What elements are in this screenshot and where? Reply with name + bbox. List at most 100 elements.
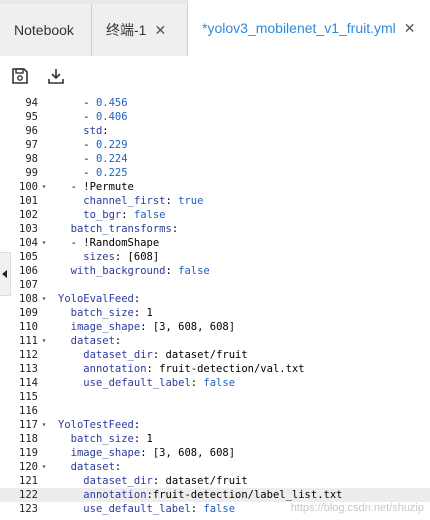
line-number: 116 xyxy=(19,405,38,417)
line-number: 96 xyxy=(25,125,38,137)
code-text: YoloEvalFeed: xyxy=(58,293,141,305)
sidebar-toggle-button[interactable] xyxy=(0,252,11,296)
line-number: 114 xyxy=(19,377,38,389)
fold-chevron-icon[interactable]: ▾ xyxy=(38,418,50,432)
code-text: with_background: false xyxy=(70,265,210,277)
line-number: 111 xyxy=(19,335,38,347)
code-line[interactable]: 106 with_background: false xyxy=(0,264,430,278)
download-button[interactable] xyxy=(44,64,68,88)
line-number: 104 xyxy=(19,237,38,249)
code-text: - 0.224 xyxy=(58,153,128,165)
line-number: 109 xyxy=(19,307,38,319)
code-line[interactable]: 109 batch_size: 1 xyxy=(0,306,430,320)
fold-chevron-icon[interactable]: ▾ xyxy=(38,292,50,306)
line-number: 119 xyxy=(19,447,38,459)
code-text: image_shape: [3, 608, 608] xyxy=(70,447,236,459)
line-number: 115 xyxy=(19,391,38,403)
fold-chevron-icon[interactable]: ▾ xyxy=(38,460,50,474)
line-number: 122 xyxy=(19,489,38,501)
code-line[interactable]: 107 xyxy=(0,278,430,292)
save-button[interactable] xyxy=(8,64,32,88)
code-line[interactable]: 108 ▾ YoloEvalFeed: xyxy=(0,292,430,306)
code-text: sizes: [608] xyxy=(83,251,160,263)
code-text: YoloTestFeed: xyxy=(58,419,141,431)
tab-yaml-file[interactable]: *yolov3_mobilenet_v1_fruit.yml ✕ xyxy=(188,0,430,56)
code-text: batch_size: 1 xyxy=(70,433,153,445)
toolbar xyxy=(0,56,430,96)
code-line[interactable]: 99 - 0.225 xyxy=(0,166,430,180)
fold-chevron-icon[interactable]: ▾ xyxy=(38,236,50,250)
code-text: channel_first: true xyxy=(83,195,204,207)
code-line[interactable]: 95 - 0.406 xyxy=(0,110,430,124)
code-text: - 0.456 xyxy=(58,97,128,109)
code-text: std: xyxy=(83,125,109,137)
code-line[interactable]: 115 xyxy=(0,390,430,404)
tab-label: 终端-1 xyxy=(106,22,147,38)
code-line[interactable]: 97 - 0.229 xyxy=(0,138,430,152)
code-line[interactable]: 101 channel_first: true xyxy=(0,194,430,208)
line-number: 117 xyxy=(19,419,38,431)
code-line[interactable]: 104 ▾ - !RandomShape xyxy=(0,236,430,250)
code-text: dataset_dir: dataset/fruit xyxy=(83,475,248,487)
fold-chevron-icon[interactable]: ▾ xyxy=(38,180,50,194)
line-number: 121 xyxy=(19,475,38,487)
code-text: dataset: xyxy=(70,335,122,347)
code-line[interactable]: 120 ▾ dataset: xyxy=(0,460,430,474)
line-number: 123 xyxy=(19,503,38,515)
line-number: 103 xyxy=(19,223,38,235)
code-text: - 0.225 xyxy=(58,167,128,179)
fold-chevron-icon[interactable]: ▾ xyxy=(38,334,50,348)
code-line[interactable]: 100 ▾ - !Permute xyxy=(0,180,430,194)
tab-label: Notebook xyxy=(14,22,74,38)
code-text: - 0.406 xyxy=(58,111,128,123)
code-text: image_shape: [3, 608, 608] xyxy=(70,321,236,333)
line-number: 95 xyxy=(25,111,38,123)
code-text: dataset: xyxy=(70,461,122,473)
tab-label: *yolov3_mobilenet_v1_fruit.yml xyxy=(202,20,396,36)
code-line[interactable]: 112 dataset_dir: dataset/fruit xyxy=(0,348,430,362)
code-text: use_default_label: false xyxy=(83,503,236,515)
line-number: 113 xyxy=(19,363,38,375)
code-line[interactable]: 98 - 0.224 xyxy=(0,152,430,166)
code-text: use_default_label: false xyxy=(83,377,236,389)
line-number: 110 xyxy=(19,321,38,333)
code-line[interactable]: 110 image_shape: [3, 608, 608] xyxy=(0,320,430,334)
code-text: to_bgr: false xyxy=(83,209,166,221)
line-number: 101 xyxy=(19,195,38,207)
line-number: 100 xyxy=(19,181,38,193)
code-line[interactable]: 102 to_bgr: false xyxy=(0,208,430,222)
code-text: batch_size: 1 xyxy=(70,307,153,319)
code-editor[interactable]: 94 - 0.456 95 - 0.406 96 std: 97 - 0.229 98 … xyxy=(0,96,430,520)
code-line[interactable]: 114 use_default_label: false xyxy=(0,376,430,390)
code-line[interactable]: 116 xyxy=(0,404,430,418)
code-text: - 0.229 xyxy=(58,139,128,151)
code-line[interactable]: 118 batch_size: 1 xyxy=(0,432,430,446)
line-number: 118 xyxy=(19,433,38,445)
line-number: 102 xyxy=(19,209,38,221)
code-line[interactable]: 96 std: xyxy=(0,124,430,138)
code-text: annotation:fruit-detection/label_list.tx… xyxy=(83,489,343,501)
code-line[interactable]: 113 annotation: fruit-detection/val.txt xyxy=(0,362,430,376)
code-text: - !RandomShape xyxy=(58,237,160,249)
tab-terminal-1[interactable]: 终端-1 ✕ xyxy=(92,4,188,56)
caret-left-icon xyxy=(2,270,7,278)
code-text: dataset_dir: dataset/fruit xyxy=(83,349,248,361)
line-number: 120 xyxy=(19,461,38,473)
code-text: batch_transforms: xyxy=(70,223,179,235)
save-icon xyxy=(12,68,28,84)
code-line[interactable]: 122 annotation:fruit-detection/label_lis… xyxy=(0,488,430,502)
line-number: 99 xyxy=(25,167,38,179)
close-icon[interactable]: ✕ xyxy=(404,20,416,37)
line-number: 98 xyxy=(25,153,38,165)
download-icon xyxy=(48,69,64,84)
code-line[interactable]: 105 sizes: [608] xyxy=(0,250,430,264)
code-line[interactable]: 119 image_shape: [3, 608, 608] xyxy=(0,446,430,460)
tab-bar: Notebook 终端-1 ✕ *yolov3_mobilenet_v1_fru… xyxy=(0,0,430,56)
tab-notebook[interactable]: Notebook xyxy=(0,4,92,56)
code-line[interactable]: 117 ▾ YoloTestFeed: xyxy=(0,418,430,432)
close-icon[interactable]: ✕ xyxy=(154,22,166,39)
code-line[interactable]: 111 ▾ dataset: xyxy=(0,334,430,348)
code-line[interactable]: 121 dataset_dir: dataset/fruit xyxy=(0,474,430,488)
code-line[interactable]: 103 batch_transforms: xyxy=(0,222,430,236)
code-line[interactable]: 94 - 0.456 xyxy=(0,96,430,110)
